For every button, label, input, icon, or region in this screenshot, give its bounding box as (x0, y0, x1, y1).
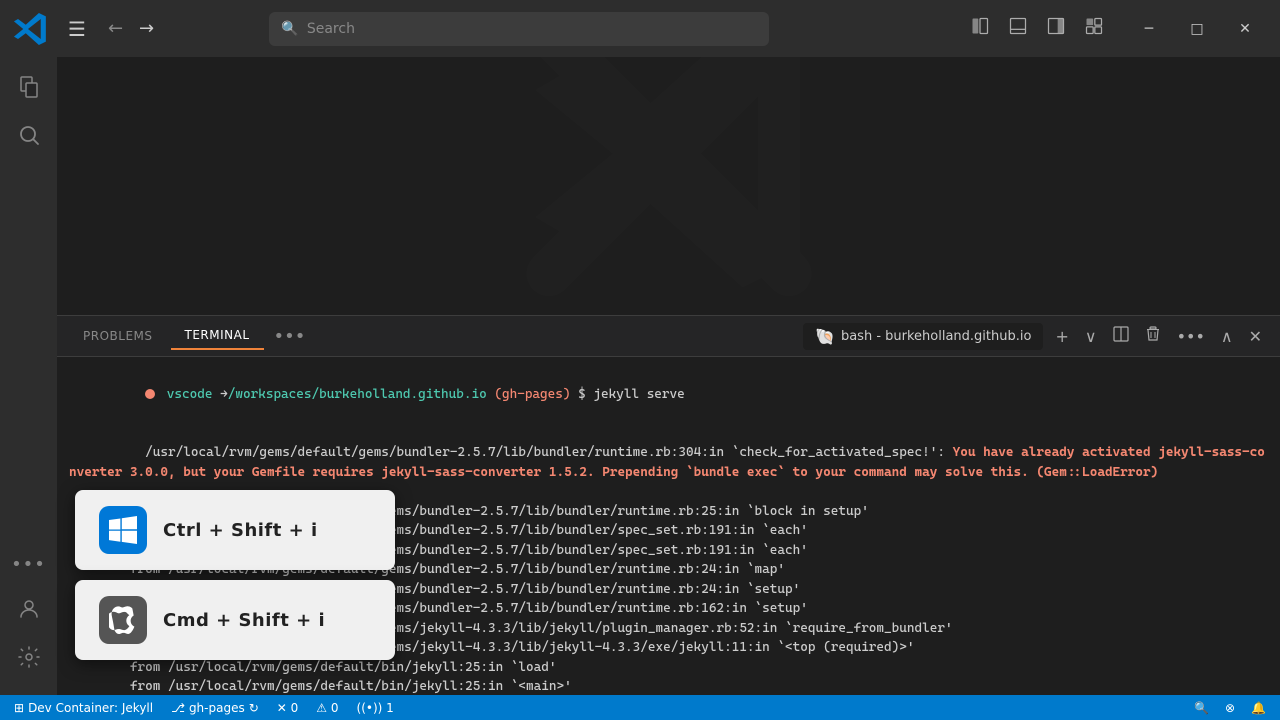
terminal-line-0: vscode →/workspaces/burkeholland.github.… (69, 365, 1268, 424)
warnings-label: ⚠ 0 (316, 701, 338, 715)
close-button[interactable]: ✕ (1222, 11, 1268, 47)
customize-layout-icon[interactable] (1078, 12, 1110, 45)
maximize-button[interactable]: □ (1174, 11, 1220, 47)
remote-label: ((•)) 1 (357, 701, 394, 715)
remote-status[interactable]: ((•)) 1 (351, 701, 400, 715)
explorer-activity-icon[interactable] (7, 65, 51, 109)
terminal-tab[interactable]: TERMINAL (171, 322, 264, 350)
more-terminal-button[interactable]: ••• (1171, 323, 1211, 350)
minimize-button[interactable]: ─ (1126, 11, 1172, 47)
trash-terminal-button[interactable] (1139, 322, 1167, 350)
activity-more-dots[interactable]: ••• (11, 546, 46, 583)
search-placeholder: Search (307, 21, 355, 37)
no-notifications-status[interactable]: ⊗ (1219, 701, 1241, 715)
bash-shell-icon: 🐚 (815, 327, 835, 346)
search-icon: 🔍 (281, 21, 298, 37)
titlebar-right-icons (964, 12, 1110, 45)
bell-status[interactable]: 🔔 (1245, 701, 1272, 715)
problems-tab[interactable]: PROBLEMS (69, 323, 167, 349)
branch-status[interactable]: ⎇ gh-pages ↻ (165, 701, 265, 715)
branch-name: gh-pages (189, 701, 245, 715)
close-panel-button[interactable]: ✕ (1243, 323, 1268, 350)
errors-label: ✕ 0 (277, 701, 299, 715)
maximize-panel-button[interactable]: ∧ (1215, 323, 1239, 350)
tooltip-overlay: Ctrl + Shift + i Cmd + Shift + i (75, 490, 395, 660)
add-terminal-button[interactable]: + (1049, 323, 1074, 350)
terminal-tabs: PROBLEMS TERMINAL ••• 🐚 bash - burkeholl… (57, 316, 1280, 357)
search-activity-icon[interactable] (7, 113, 51, 157)
status-bar-left: ⊞ Dev Container: Jekyll ⎇ gh-pages ↻ ✕ 0… (8, 701, 400, 715)
dev-container-label: Dev Container: Jekyll (28, 701, 153, 715)
editor-content[interactable] (57, 57, 1280, 315)
error-indicator (145, 389, 155, 399)
terminal-line-10: from /usr/local/rvm/gems/default/bin/jek… (69, 658, 1268, 678)
settings-activity-icon[interactable] (7, 635, 51, 679)
zoom-status[interactable]: 🔍 (1188, 701, 1215, 715)
no-notifications-icon: ⊗ (1225, 701, 1235, 715)
account-activity-icon[interactable] (7, 587, 51, 631)
split-terminal-button[interactable] (1107, 322, 1135, 350)
search-bar[interactable]: 🔍 Search (269, 12, 769, 46)
titlebar: ☰ ← → 🔍 Search ─ □ ✕ (0, 0, 1280, 57)
terminal-dropdown-button[interactable]: ∨ (1079, 323, 1103, 350)
sync-icon: ↻ (249, 701, 259, 715)
layout-sidebar-icon[interactable] (964, 12, 996, 45)
panel-more-dots[interactable]: ••• (268, 322, 312, 351)
forward-button[interactable]: → (133, 14, 160, 43)
bash-title: bash - burkeholland.github.io (841, 329, 1031, 344)
terminal-actions: + ∨ ••• ∧ ✕ (1049, 322, 1268, 350)
status-bar-right: 🔍 ⊗ 🔔 (1188, 701, 1272, 715)
panel-icon[interactable] (1002, 12, 1034, 45)
bash-terminal-tab[interactable]: 🐚 bash - burkeholland.github.io (803, 323, 1043, 350)
mac-shortcut-tooltip: Cmd + Shift + i (75, 580, 395, 660)
warnings-status[interactable]: ⚠ 0 (310, 701, 344, 715)
terminal-line-11: from /usr/local/rvm/gems/default/bin/jek… (69, 677, 1268, 695)
vscode-logo (12, 11, 48, 47)
windows-shortcut-tooltip: Ctrl + Shift + i (75, 490, 395, 570)
back-button[interactable]: ← (102, 14, 129, 43)
windows-shortcut-label: Ctrl + Shift + i (163, 520, 318, 541)
activity-bar: ••• (0, 57, 57, 695)
nav-arrows: ← → (102, 14, 160, 43)
mac-os-icon (99, 596, 147, 644)
status-bar: ⊞ Dev Container: Jekyll ⎇ gh-pages ↻ ✕ 0… (0, 695, 1280, 720)
terminal-title-bar: 🐚 bash - burkeholland.github.io + ∨ ••• (803, 322, 1268, 350)
layout-right-icon[interactable] (1040, 12, 1072, 45)
window-controls: ─ □ ✕ (1126, 11, 1268, 47)
vscode-watermark (519, 57, 819, 308)
zoom-icon: 🔍 (1194, 701, 1209, 715)
hamburger-menu[interactable]: ☰ (60, 13, 94, 45)
windows-os-icon (99, 506, 147, 554)
remote-icon: ⊞ (14, 701, 24, 715)
branch-icon: ⎇ (171, 701, 185, 715)
bell-icon: 🔔 (1251, 701, 1266, 715)
dev-container-status[interactable]: ⊞ Dev Container: Jekyll (8, 701, 159, 715)
mac-shortcut-label: Cmd + Shift + i (163, 610, 325, 631)
errors-status[interactable]: ✕ 0 (271, 701, 305, 715)
activity-bar-bottom: ••• (7, 546, 51, 687)
